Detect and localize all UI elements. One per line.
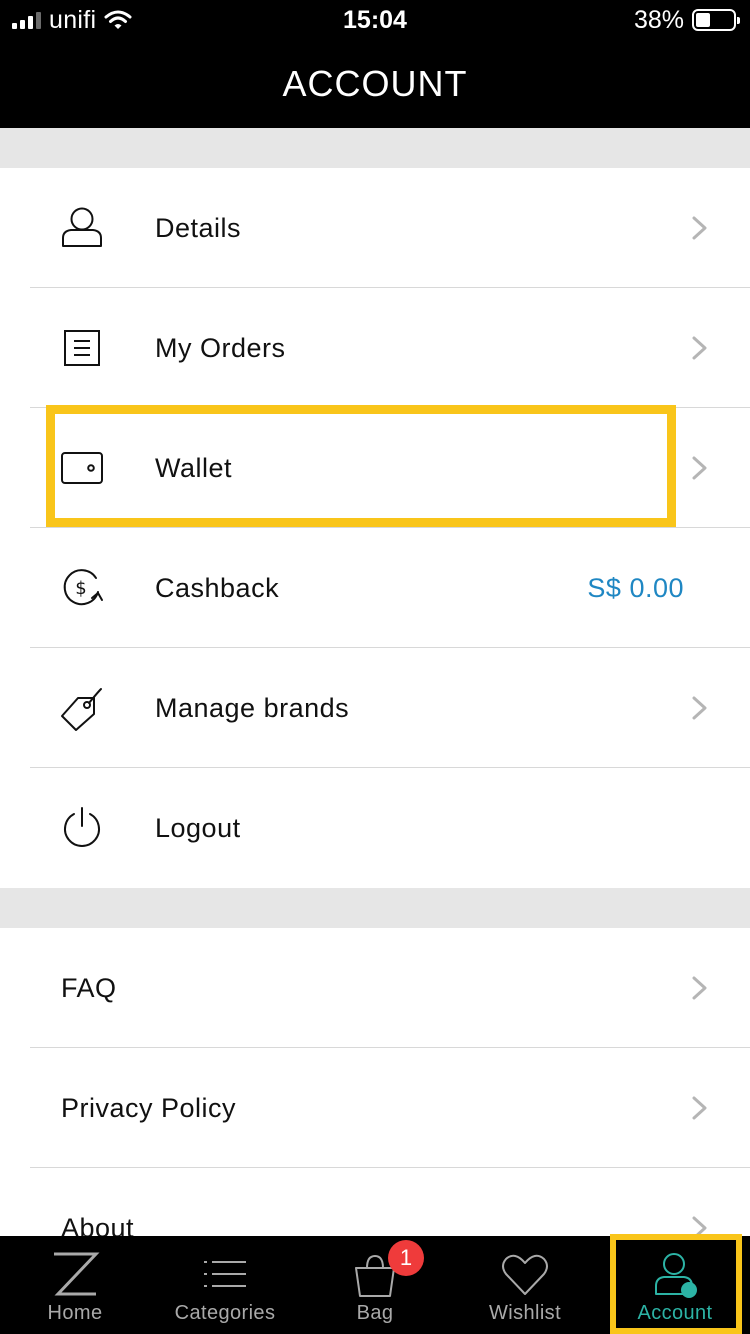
battery-fill [696,13,710,27]
menu-item-label: Details [155,213,242,243]
menu-item-cashback[interactable]: $ Cashback S$ 0.00 [0,528,750,648]
menu-item-logout[interactable]: Logout [0,768,750,888]
status-bar: unifi 15:04 38% [0,0,750,40]
tab-label: Bag [356,1302,394,1324]
svg-text:$: $ [75,578,86,599]
menu-item-manage-brands[interactable]: Manage brands [0,648,750,768]
bag-count-badge: 1 [388,1240,424,1276]
z-logo-icon [54,1252,100,1296]
heart-icon [502,1254,548,1295]
user-icon [62,207,102,247]
menu-item-label: My Orders [155,333,286,363]
chevron-right-icon [692,1096,707,1120]
battery-icon [692,9,740,31]
menu-item-label: Cashback [155,573,280,603]
chevron-right-icon [692,456,707,480]
menu-item-privacy-policy[interactable]: Privacy Policy [0,1048,750,1168]
menu-item-label: Logout [155,813,241,843]
tab-wishlist[interactable]: Wishlist [450,1236,600,1334]
page-title: ACCOUNT [282,63,468,104]
section-gap [0,128,750,168]
chevron-right-icon [692,336,707,360]
menu-item-label: Manage brands [155,693,350,723]
tab-label: Home [47,1302,103,1324]
chevron-right-icon [692,216,707,240]
cashback-amount: S$ 0.00 [587,573,684,603]
cashback-icon: $ [63,569,103,606]
power-icon [64,807,100,847]
menu-item-label: FAQ [61,973,117,1003]
menu-item-faq[interactable]: FAQ [0,928,750,1048]
list-icon [204,1261,246,1287]
battery-percent: 38% [633,5,684,34]
tab-label: Wishlist [488,1302,562,1324]
section-gap [0,888,750,928]
status-right: 38% [633,0,740,40]
tab-categories[interactable]: Categories [150,1236,300,1334]
tab-home[interactable]: Home [0,1236,150,1334]
account-tab-highlight-box [610,1234,742,1334]
wallet-highlight-box [46,405,676,527]
chevron-right-icon [692,976,707,1000]
menu-item-label: Privacy Policy [61,1093,237,1123]
menu-item-my-orders[interactable]: My Orders [0,288,750,408]
tab-bag[interactable]: Bag [300,1236,450,1334]
chevron-right-icon [692,696,707,720]
orders-icon [64,330,100,366]
tab-label: Categories [174,1302,276,1324]
menu-item-details[interactable]: Details [0,168,750,288]
tag-icon [61,688,102,731]
nav-header: ACCOUNT [0,40,750,128]
